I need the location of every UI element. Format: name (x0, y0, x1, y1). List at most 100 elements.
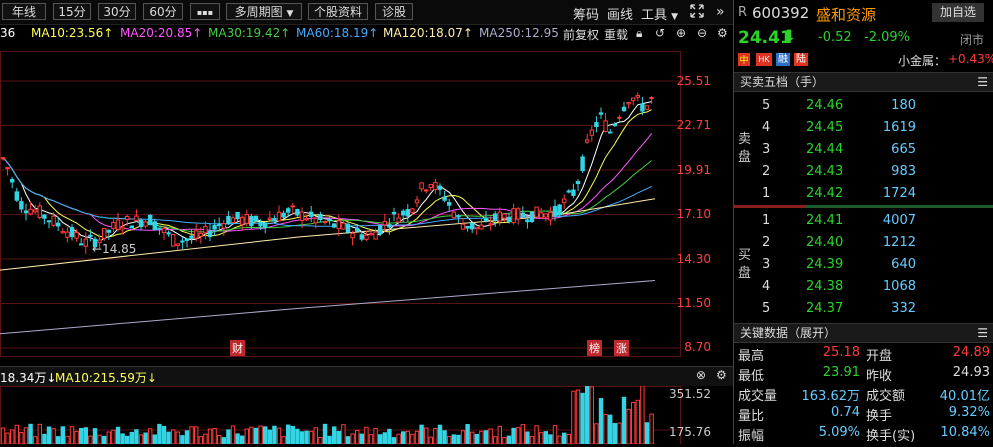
draw-line-button[interactable]: 画线 (607, 4, 633, 23)
undo-icon[interactable]: ↺ (655, 26, 665, 40)
candle-body (290, 205, 296, 208)
buy-order-row[interactable]: 3 24.39 640 (734, 254, 993, 276)
lock-icon[interactable]: 🔒︎ (636, 26, 642, 41)
settings-icon[interactable]: ⚙ (716, 368, 727, 382)
candle-body (571, 189, 576, 196)
settings-icon[interactable]: ⚙ (717, 26, 728, 40)
volume-bar (157, 423, 162, 445)
candle-body (621, 106, 627, 112)
candle-body (212, 224, 217, 230)
volume-bar (267, 429, 273, 445)
volume-bar (249, 426, 254, 445)
multi-period-dropdown[interactable]: 多周期图 ▼ (226, 3, 302, 20)
stock-profile-button[interactable]: 个股资料 (308, 3, 368, 20)
event-limit-up-badge[interactable]: 涨 (614, 340, 629, 356)
candle-body (529, 211, 535, 222)
candle-body (217, 224, 222, 227)
volume-bar (511, 427, 516, 445)
volume-bar (327, 435, 332, 445)
volume-bar (456, 434, 461, 445)
sell-order-row[interactable]: 1 24.42 1724 (734, 183, 993, 205)
candle-body (612, 123, 617, 127)
order-volume: 1724 (882, 186, 916, 201)
northbound-badge[interactable]: 陆 (794, 53, 808, 66)
candle-body (230, 217, 236, 224)
buy-order-row[interactable]: 4 24.38 1068 (734, 276, 993, 298)
buy-order-row[interactable]: 5 24.37 332 (734, 298, 993, 320)
candle-body (594, 122, 599, 127)
event-financial-badge[interactable]: 财 (230, 340, 245, 356)
period-year-button[interactable]: 年线 (2, 3, 46, 20)
candlestick-chart[interactable]: 25.51 22.71 19.91 17.10 14.30 11.50 8.70… (0, 43, 733, 365)
volume-chart[interactable]: 351.52 175.76 (0, 383, 733, 445)
add-watchlist-button[interactable]: 加自选 (932, 3, 984, 22)
order-volume: 665 (891, 142, 916, 157)
volume-bar (336, 430, 342, 445)
candle-body (19, 201, 24, 210)
expand-icon[interactable] (690, 4, 704, 22)
hk-connect-badge[interactable]: HK (756, 53, 772, 66)
ma120-value: MA120:18.07↑ (383, 26, 473, 40)
chart-toolbar: 年线 15分 30分 60分 ▪▪▪ 多周期图 ▼ 个股资料 诊股 筹码 画线 … (0, 0, 733, 25)
volume-bar (474, 434, 480, 445)
order-volume: 332 (891, 301, 916, 316)
menu-icon[interactable]: ☰ (977, 73, 988, 91)
ma250-value: MA250:12.95 (479, 26, 559, 40)
period-60min-button[interactable]: 60分 (143, 3, 183, 20)
tools-dropdown[interactable]: 工具 ▼ (641, 4, 678, 23)
volume-bar (51, 428, 56, 445)
keydata-row: 量比 0.74 换手 9.32% (734, 404, 993, 424)
volume-bar (83, 427, 88, 445)
volume-bar (286, 424, 291, 445)
volume-bar (460, 430, 466, 445)
stock-prefix: R (738, 5, 748, 20)
add-indicator-icon[interactable]: ⊕ (676, 26, 686, 40)
buy-order-row[interactable]: 1 24.41 4007 (734, 210, 993, 232)
volume-bar (410, 433, 415, 445)
keydata-label: 换手 (866, 409, 893, 424)
order-price: 24.45 (806, 120, 844, 135)
volume-bar (488, 428, 493, 445)
candle-body (336, 220, 342, 230)
sell-order-row[interactable]: 5 24.46 180 (734, 95, 993, 117)
candle-body (644, 105, 650, 110)
keydata-value: 0.74 (831, 405, 860, 420)
candle-body (539, 212, 544, 219)
remove-indicator-icon[interactable]: ⊖ (697, 26, 707, 40)
volume-bar (617, 422, 622, 445)
diagnose-button[interactable]: 诊股 (375, 3, 413, 20)
candle-body (520, 212, 525, 217)
buy-order-row[interactable]: 2 24.40 1212 (734, 232, 993, 254)
volume-bar (598, 398, 604, 445)
sector-label[interactable]: 小金属： (898, 52, 946, 69)
candle-body (640, 103, 645, 112)
volume-bar (447, 436, 452, 445)
candle-body (419, 182, 424, 190)
keydata-header[interactable]: 关键数据（展开） ☰ (734, 323, 993, 343)
more-periods-button[interactable]: ▪▪▪ (190, 3, 220, 20)
candle-body (115, 219, 121, 230)
sell-order-row[interactable]: 3 24.44 665 (734, 139, 993, 161)
ma30-value: MA30:19.42↑ (208, 26, 291, 40)
close-icon[interactable]: ⊗ (696, 368, 706, 382)
menu-icon[interactable]: ☰ (977, 324, 988, 342)
candle-body (465, 225, 470, 229)
collapse-panel-button[interactable]: » (716, 4, 725, 20)
chips-button[interactable]: 筹码 (573, 4, 599, 23)
volume-bar (111, 429, 116, 445)
event-list-badge[interactable]: 榜 (587, 340, 602, 356)
order-price: 24.38 (806, 279, 844, 294)
margin-badge[interactable]: 融 (776, 53, 790, 66)
sell-order-row[interactable]: 4 24.45 1619 (734, 117, 993, 139)
volume-bar (212, 428, 217, 445)
multi-period-label: 多周期图 (234, 5, 283, 19)
adjust-mode[interactable]: 前复权 (563, 26, 599, 43)
volume-bar (433, 427, 438, 445)
volume-bar (345, 436, 351, 445)
overlay-button[interactable]: 重载 (604, 26, 628, 43)
ma250-line (0, 279, 656, 335)
period-30min-button[interactable]: 30分 (98, 3, 136, 20)
orderbook-header[interactable]: 买卖五档（手） ☰ (734, 72, 993, 92)
period-15min-button[interactable]: 15分 (53, 3, 91, 20)
sell-order-row[interactable]: 2 24.43 983 (734, 161, 993, 183)
